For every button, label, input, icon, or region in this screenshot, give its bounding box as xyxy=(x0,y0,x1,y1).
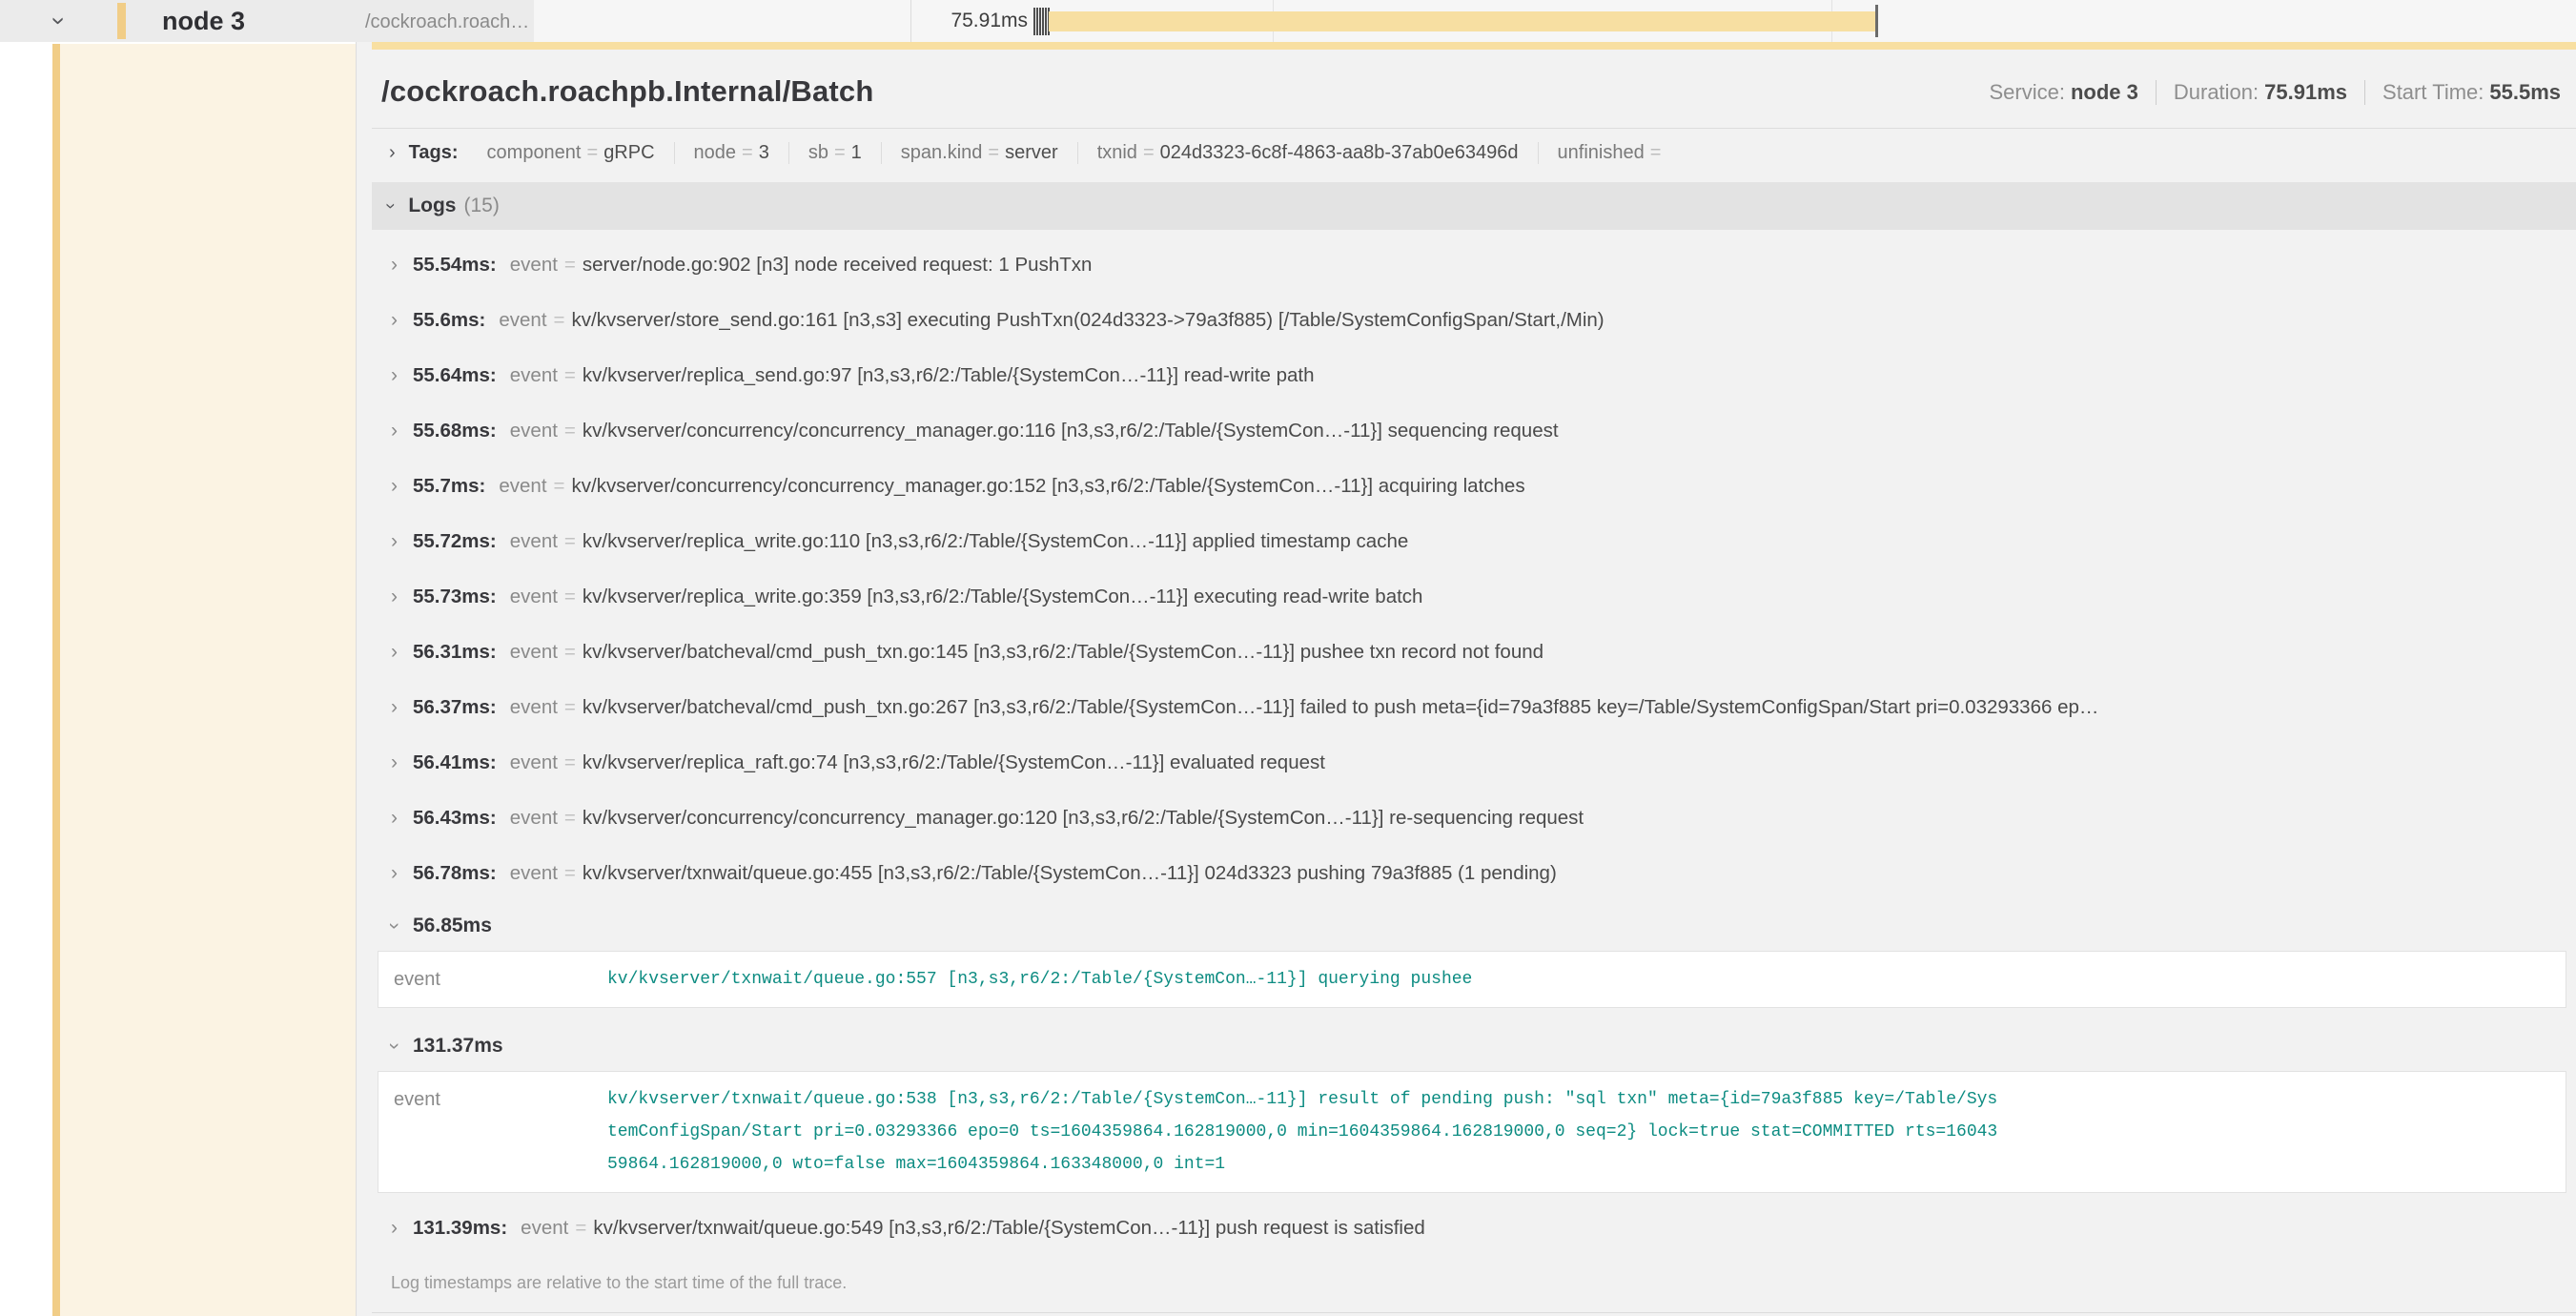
chevron-right-icon: › xyxy=(391,403,398,459)
chevron-right-icon: › xyxy=(391,293,398,348)
chevron-right-icon: › xyxy=(391,625,398,680)
chevron-right-icon: › xyxy=(391,237,398,293)
log-entry[interactable]: ›55.7ms:event=kv/kvserver/concurrency/co… xyxy=(372,459,2576,514)
logs-label: Logs xyxy=(408,195,456,217)
tag-span-kind: span.kind=server xyxy=(881,142,1077,164)
logs-footer-note: Log timestamps are relative to the start… xyxy=(372,1256,2576,1313)
log-entry-expanded-toggle[interactable]: ›131.37ms xyxy=(372,1021,2576,1071)
chevron-right-icon: › xyxy=(391,569,398,625)
log-entry[interactable]: ›56.41ms:event=kv/kvserver/replica_raft.… xyxy=(372,735,2576,791)
span-meta: Service:node 3 Duration:75.91ms Start Time… xyxy=(1989,80,2561,105)
chevron-right-icon: › xyxy=(391,1201,398,1256)
log-entry[interactable]: ›131.39ms:event=kv/kvserver/txnwait/queu… xyxy=(372,1201,2576,1256)
log-field-value: kv/kvserver/txnwait/queue.go:538 [n3,s3,… xyxy=(607,1083,1997,1181)
log-entry-expanded-toggle[interactable]: ›56.85ms xyxy=(372,901,2576,951)
log-entry[interactable]: ›56.31ms:event=kv/kvserver/batcheval/cmd… xyxy=(372,625,2576,680)
chevron-down-icon: › xyxy=(372,1043,419,1050)
span-detail-color-bar xyxy=(52,44,60,1316)
log-entry[interactable]: ›56.43ms:event=kv/kvserver/concurrency/c… xyxy=(372,791,2576,846)
log-field-key: event xyxy=(378,963,607,996)
log-entry[interactable]: ›55.54ms:event=server/node.go:902 [n3] n… xyxy=(372,237,2576,293)
duration-meta: Duration:75.91ms xyxy=(2156,80,2347,105)
service-name[interactable]: node 3 xyxy=(162,0,245,42)
log-entry-detail: event kv/kvserver/txnwait/queue.go:538 [… xyxy=(378,1071,2566,1193)
span-duration-label: 75.91ms xyxy=(885,0,1028,42)
logs-count: (15) xyxy=(464,195,500,217)
chevron-right-icon: › xyxy=(391,348,398,403)
tags-label: Tags: xyxy=(409,142,459,164)
logs-list: ›55.54ms:event=server/node.go:902 [n3] n… xyxy=(372,230,2576,1256)
span-end-marker xyxy=(1875,5,1878,37)
detail-gutter-gap xyxy=(357,42,372,1316)
span-detail-header: /cockroach.roachpb.Internal/Batch Servic… xyxy=(372,50,2576,129)
tag-sb: sb=1 xyxy=(788,142,881,164)
log-entry[interactable]: ›55.6ms:event=kv/kvserver/store_send.go:… xyxy=(372,293,2576,348)
tag-component: component=gRPC xyxy=(468,142,674,164)
log-entry[interactable]: ›56.78ms:event=kv/kvserver/txnwait/queue… xyxy=(372,846,2576,901)
log-entry-detail: event kv/kvserver/txnwait/queue.go:557 [… xyxy=(378,951,2566,1008)
chevron-right-icon: › xyxy=(391,459,398,514)
service-meta: Service:node 3 xyxy=(1989,80,2137,105)
log-entry[interactable]: ›55.73ms:event=kv/kvserver/replica_write… xyxy=(372,569,2576,625)
log-entry[interactable]: ›56.37ms:event=kv/kvserver/batcheval/cmd… xyxy=(372,680,2576,735)
chevron-down-icon: › xyxy=(372,923,419,930)
chevron-down-icon: › xyxy=(379,203,400,209)
log-field-key: event xyxy=(378,1083,607,1116)
tags-toggle-row[interactable]: › Tags: component=gRPC node=3 sb=1 span.… xyxy=(372,129,2576,176)
span-bar[interactable] xyxy=(1049,11,1878,31)
span-color-bar xyxy=(117,3,126,39)
tag-txnid: txnid=024d3323-6c8f-4863-aa8b-37ab0e6349… xyxy=(1077,142,1538,164)
collapse-chevron-down-icon[interactable]: › xyxy=(38,17,80,26)
span-row[interactable]: › node 3 /cockroach.roach… 75.91ms xyxy=(0,0,2576,42)
chevron-right-icon: › xyxy=(391,735,398,791)
log-entry[interactable]: ›55.64ms:event=kv/kvserver/replica_send.… xyxy=(372,348,2576,403)
chevron-right-icon: › xyxy=(389,142,396,164)
span-detail-gutter xyxy=(0,42,372,1316)
chevron-right-icon: › xyxy=(391,846,398,901)
chevron-right-icon: › xyxy=(391,680,398,735)
chevron-right-icon: › xyxy=(391,514,398,569)
logs-section-toggle[interactable]: › Logs (15) xyxy=(372,182,2576,230)
log-field-value: kv/kvserver/txnwait/queue.go:557 [n3,s3,… xyxy=(607,963,1997,996)
tag-unfinished: unfinished= xyxy=(1538,142,1687,164)
chevron-right-icon: › xyxy=(391,791,398,846)
start-time-meta: Start Time:55.5ms xyxy=(2364,80,2561,105)
span-detail-tint xyxy=(60,44,356,1316)
tag-node: node=3 xyxy=(674,142,788,164)
log-entry[interactable]: ›55.68ms:event=kv/kvserver/concurrency/c… xyxy=(372,403,2576,459)
span-detail-panel: /cockroach.roachpb.Internal/Batch Servic… xyxy=(372,42,2576,1316)
operation-name[interactable]: /cockroach.roach… xyxy=(365,0,529,42)
log-entry[interactable]: ›55.72ms:event=kv/kvserver/replica_write… xyxy=(372,514,2576,569)
